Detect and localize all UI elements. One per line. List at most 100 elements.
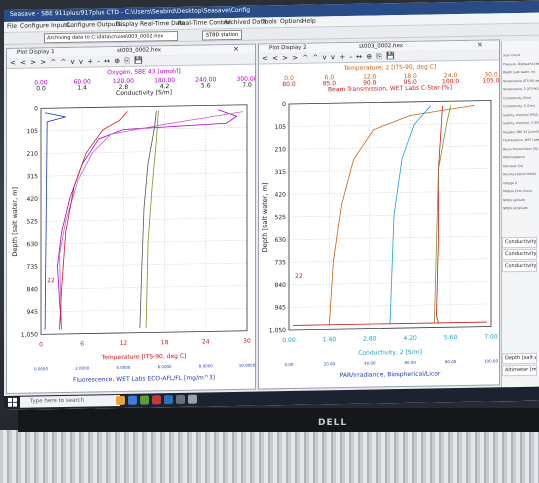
depth-tick-label: 945	[275, 304, 287, 311]
axis-tick-label: 95.0	[404, 79, 418, 86]
plot-window-2: Plot Display 2 st003_0002.hex × < < > > …	[258, 39, 500, 390]
depth-tick-label: 525	[275, 214, 287, 221]
side-panel-item[interactable]: Salinity, Practical, 2 [PSU]	[503, 121, 539, 126]
axis-tick-label: 18	[161, 339, 169, 346]
side-panel-item[interactable]: Beam Transmission [%]	[503, 146, 538, 151]
side-panel-item[interactable]: Conductivity [S/m]	[503, 95, 531, 99]
depth-tick-label: 735	[27, 264, 39, 271]
taskbar-search-input[interactable]: Type here to search	[20, 394, 120, 408]
depth-tick-label: 840	[27, 286, 39, 293]
side-panel-item[interactable]: Oxygen, SBE 43 [umol/l]	[503, 129, 539, 134]
depth-tick-label: 525	[27, 218, 39, 225]
side-panel-item[interactable]: Temperature, 2 [ITS-90]	[503, 87, 539, 92]
depth-tick-label: 210	[27, 151, 39, 158]
close-icon[interactable]: ×	[477, 41, 483, 49]
side-panel-item[interactable]: Density [sigma-theta]	[503, 172, 536, 177]
menu-options[interactable]: Options	[280, 18, 303, 25]
y-axis-label: Depth [salt water, m]	[261, 183, 269, 253]
axis-tick-label: 60.00	[404, 360, 416, 365]
seasave-icon[interactable]	[164, 395, 173, 405]
menu-archived-data[interactable]: Archived Data	[224, 18, 267, 26]
depth-tick-label: 0	[282, 101, 286, 108]
depth-tick-label: 1,050	[269, 327, 286, 334]
menu-help[interactable]: Help	[302, 18, 316, 25]
app-icon[interactable]	[140, 395, 149, 405]
window-icon[interactable]	[176, 394, 185, 404]
axis-tick-label: 6	[80, 341, 84, 348]
plot-1-chart[interactable]: Oxygen, SBE 43 [umol/l]0.00 60.00 120.00 18…	[7, 65, 255, 391]
axis-tick-label: 0.0000	[34, 366, 48, 371]
axis-tick-label: 85.0	[323, 80, 337, 87]
axis-tick-label: 2.80	[363, 335, 377, 342]
side-panel-item[interactable]: PAR/Irradiance	[503, 155, 525, 159]
side-panel-item[interactable]: Temperature [ITS-90, deg C]	[503, 78, 539, 83]
axis-tick-label: 7.0	[242, 82, 252, 89]
axis-label: PAR/Irradiance, Biospherical/Licor	[340, 370, 441, 379]
depth-tick-label: 105	[27, 128, 39, 135]
side-panel-item[interactable]: Salinity, Practical [PSU]	[503, 112, 538, 117]
side-panel-item[interactable]: Voltage 0	[503, 181, 517, 185]
side-panel-item[interactable]: Altimeter [m]	[503, 163, 523, 167]
side-panel-item[interactable]: Conductivity, 2 [S/m]	[503, 104, 535, 109]
close-icon[interactable]: ×	[233, 45, 239, 53]
axis-tick-label: 2.0000	[75, 366, 89, 371]
edge-icon[interactable]	[128, 395, 137, 405]
station-status-field[interactable]: STBD station	[202, 29, 242, 41]
axis-tick-label: 5.6	[201, 82, 211, 89]
axis-tick-label: 1.4	[77, 85, 87, 92]
axis-tick-label: 100.00	[484, 358, 498, 363]
axis-tick-label: 30	[243, 338, 251, 345]
axis-tick-label: 80.00	[445, 359, 457, 364]
axis-label: Temperature [ITS-90, deg C]	[101, 353, 187, 361]
menu-real-time-control[interactable]: Real-Time Control	[178, 19, 231, 27]
axis-tick-label: 7.00	[484, 333, 498, 340]
file-explorer-icon[interactable]	[116, 395, 125, 406]
y-axis-label: Depth [salt water, m]	[11, 187, 19, 257]
monitor-bezel	[18, 408, 539, 432]
plot-window-1-file: st003_0002.hex	[117, 47, 162, 55]
axis-tick-label: 0	[39, 341, 43, 348]
side-panel-item[interactable]: Module Error Count	[503, 189, 532, 194]
menu-tools[interactable]: Tools	[262, 18, 277, 25]
depth-tick-label: 630	[275, 237, 287, 244]
depth-tick-label: 1,050	[21, 331, 38, 338]
side-panel-item[interactable]: Fluorescence, WET Labs	[503, 138, 539, 143]
side-panel-item[interactable]: NMEA Latitude	[503, 197, 525, 201]
side-panel-item[interactable]: NMEA Longitude	[503, 206, 528, 210]
depth-tick-label: 840	[275, 282, 287, 289]
window-icon[interactable]	[188, 394, 197, 404]
depth-tick-label: 210	[275, 146, 287, 153]
chrome-icon[interactable]	[152, 395, 161, 405]
menu-file[interactable]: File	[7, 23, 17, 30]
side-panel-item[interactable]: Depth [salt water, m]	[503, 70, 535, 75]
axis-tick-label: 8.0000	[199, 363, 213, 368]
side-panel-item[interactable]: Scan Count	[503, 53, 520, 57]
axis-tick-label: 4.2	[160, 83, 170, 90]
axis-label: Conductivity, 2 [S/m]	[358, 349, 422, 357]
app-title: Seasave - SBE 911plus/917plus CTD - C:\U…	[10, 6, 251, 18]
axis-tick-label: 0.00	[282, 337, 296, 344]
fixed-display-value: Conductivity [S	[502, 236, 537, 249]
axis-tick-label: 1.40	[323, 336, 337, 343]
plot-2-chart[interactable]: Temperature, 2 [ITS-90, deg C]0.0 6.0 12.0…	[259, 60, 499, 386]
axis-tick-label: 2.8	[119, 84, 129, 91]
depth-tick-label: 105	[275, 124, 287, 131]
side-panel-item[interactable]: Pressure, Digiquartz [db]	[503, 61, 539, 66]
axis-tick-label: 105.0	[482, 77, 499, 84]
axis-tick-label: 100.0	[442, 78, 459, 85]
monitor-brand-logo: DELL	[318, 418, 348, 428]
axis-tick-label: 4.0000	[116, 365, 130, 370]
plot-window-2-title: Plot Display 2	[269, 44, 307, 52]
axis-label: Beam Transmission, WET Labs C-Star [%]	[328, 84, 452, 93]
axis-tick-label: 40.00	[364, 361, 376, 366]
axis-label: Temperature, 2 [ITS-90, deg C]	[343, 63, 436, 72]
depth-tick-label: 0	[34, 105, 38, 112]
axis-tick-label: 5.60	[444, 334, 458, 341]
depth-tick-label: 945	[27, 309, 39, 316]
fixed-display-value: Conductivity, 2	[502, 248, 537, 261]
depth-tick-label: 315	[275, 169, 287, 176]
windows-start-icon[interactable]	[8, 397, 17, 407]
axis-label: Fluorescence, WET Labs ECO-AFL/FL [mg/m^…	[73, 374, 215, 383]
depth-marker-label: 22	[47, 277, 55, 284]
menu-display[interactable]: Display	[116, 21, 138, 28]
